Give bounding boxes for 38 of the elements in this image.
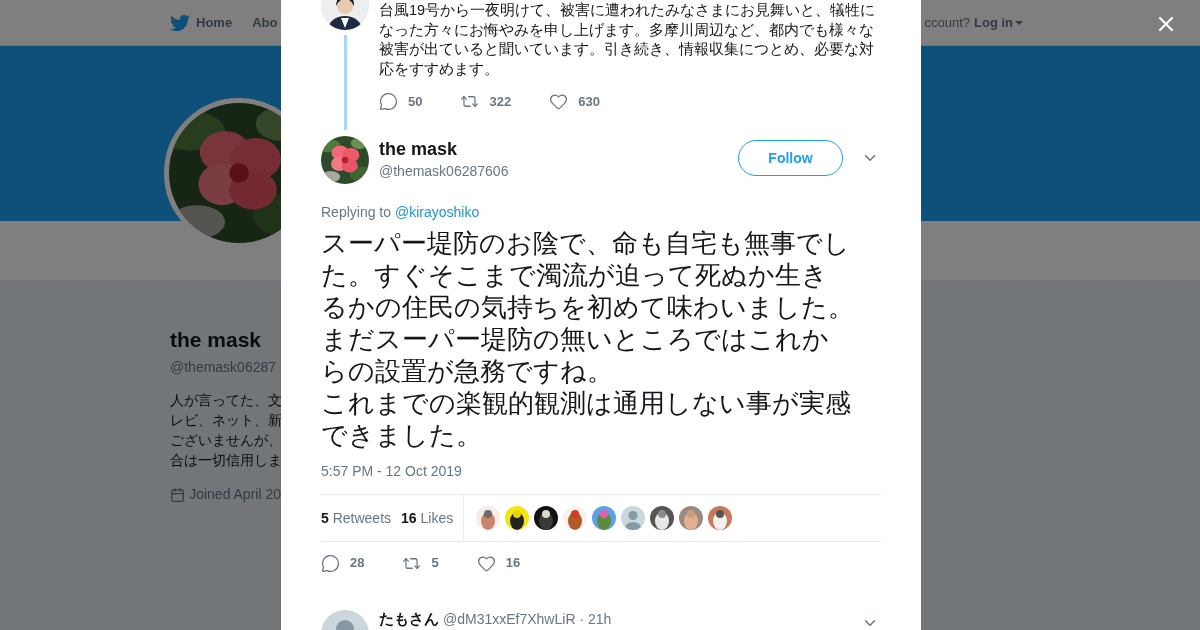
like-count: 630 [578, 92, 600, 111]
tweet-text: これまでの楽観的観測は通用しない事が実感できました。 [321, 387, 852, 451]
reply-count: 28 [350, 554, 365, 573]
reply-icon[interactable] [321, 553, 340, 573]
bio-line: レビ、ネット、新 [170, 411, 281, 430]
profile-handle: @themask06287 [170, 358, 278, 377]
reply-context: Replying to @kirayoshiko [321, 203, 481, 222]
nav-link[interactable]: Abo [252, 12, 278, 33]
author-name[interactable]: the mask [379, 138, 509, 160]
reply-count: 50 [408, 92, 423, 111]
bio-line: 人が言ってた、文 [170, 391, 281, 410]
heart-icon[interactable] [549, 92, 569, 112]
caret-icon [1015, 20, 1023, 25]
like-count: 16 [505, 554, 521, 573]
retweet-count: 5 [431, 554, 439, 573]
tweet-text: 台風19号から一夜明けて、被害に遭われたみなさまにお見舞いと、犠牲になった方々にお悔やみを申し上げます。多摩川周辺など、都内でも様々な被害が出ていると聞いています。引き続き、情報収集につとめ、必要な対応をすすめます。 [379, 1, 877, 80]
heart-icon[interactable] [476, 553, 496, 573]
author-handle[interactable]: @dM31xxEf7XhwLiR [443, 608, 576, 630]
like-total[interactable]: 16 Likes [401, 507, 454, 529]
retweet-count: 322 [489, 92, 512, 111]
avatar-icon [621, 506, 646, 530]
tweet-time: · 21h [579, 609, 612, 629]
bird-icon [170, 12, 190, 33]
retweet-total[interactable]: 5 Retweets [321, 507, 392, 529]
bio-line: 合は一切信用しま [170, 451, 281, 470]
author-name[interactable]: たもさん [379, 608, 439, 630]
author-handle[interactable]: @themask06287606 [379, 161, 509, 182]
calendar-icon [170, 486, 186, 503]
profile-name: the mask [170, 327, 263, 353]
reply-icon[interactable] [379, 92, 398, 112]
login-button[interactable]: Log in [974, 12, 1023, 33]
tweet-text: スーパー堤防のお陰で、命も自宅も無事でした。すぐそこまで濁流が迫って死ぬか生きるかの住民の気持ちを初めて味わいました。まだスーパー堤防の無いところではこれからの設置が急務ですね。 [321, 227, 854, 387]
account-prompt: ccount? [924, 13, 970, 32]
tweet-timestamp: 5:57 PM - 12 Oct 2019 [321, 462, 463, 481]
bio-line: ございませんが、 [170, 431, 281, 450]
joined-date: Joined April 20 [189, 485, 281, 504]
mention-link[interactable]: @kirayoshiko [394, 204, 480, 220]
nav-link[interactable]: Home [170, 12, 233, 33]
